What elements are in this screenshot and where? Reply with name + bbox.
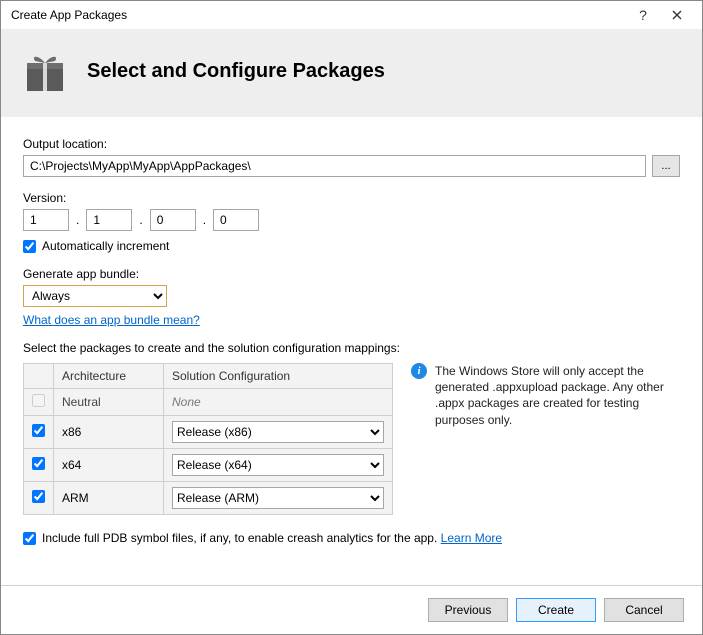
packages-instruction: Select the packages to create and the so… xyxy=(23,341,680,355)
table-row: ARM Release (ARM) xyxy=(24,482,393,515)
config-select-x86[interactable]: Release (x86) xyxy=(172,421,384,443)
dialog-header: Select and Configure Packages xyxy=(1,29,702,117)
include-pdb-label[interactable]: Include full PDB symbol files, if any, t… xyxy=(42,531,502,545)
button-bar: Previous Create Cancel xyxy=(1,585,702,634)
cancel-button[interactable]: Cancel xyxy=(604,598,684,622)
version-build-input[interactable] xyxy=(150,209,196,231)
arch-arm-checkbox[interactable] xyxy=(32,490,45,503)
version-label: Version: xyxy=(23,191,680,205)
window-title: Create App Packages xyxy=(11,8,626,22)
col-config: Solution Configuration xyxy=(164,364,393,389)
info-text: The Windows Store will only accept the g… xyxy=(435,363,671,428)
config-cell: None xyxy=(164,389,393,416)
arch-cell: Neutral xyxy=(54,389,164,416)
previous-button[interactable]: Previous xyxy=(428,598,508,622)
arch-x64-checkbox[interactable] xyxy=(32,457,45,470)
version-revision-input[interactable] xyxy=(213,209,259,231)
close-icon xyxy=(672,10,682,20)
config-select-arm[interactable]: Release (ARM) xyxy=(172,487,384,509)
content-area: Output location: ... Version: . . . Auto… xyxy=(1,117,702,585)
arch-cell: x86 xyxy=(54,416,164,449)
browse-button[interactable]: ... xyxy=(652,155,680,177)
info-icon: i xyxy=(411,363,427,379)
output-location-input[interactable] xyxy=(23,155,646,177)
table-row: Neutral None xyxy=(24,389,393,416)
include-pdb-checkbox[interactable] xyxy=(23,532,36,545)
table-row: x64 Release (x64) xyxy=(24,449,393,482)
bundle-select[interactable]: Always xyxy=(23,285,167,307)
col-checkbox xyxy=(24,364,54,389)
arch-cell: x64 xyxy=(54,449,164,482)
config-select-x64[interactable]: Release (x64) xyxy=(172,454,384,476)
version-major-input[interactable] xyxy=(23,209,69,231)
pdb-learn-more-link[interactable]: Learn More xyxy=(441,531,502,545)
help-button[interactable]: ? xyxy=(626,1,660,29)
bundle-label: Generate app bundle: xyxy=(23,267,680,281)
auto-increment-label[interactable]: Automatically increment xyxy=(42,239,169,253)
auto-increment-checkbox[interactable] xyxy=(23,240,36,253)
close-button[interactable] xyxy=(660,1,694,29)
arch-neutral-checkbox[interactable] xyxy=(32,394,45,407)
arch-x86-checkbox[interactable] xyxy=(32,424,45,437)
output-location-label: Output location: xyxy=(23,137,680,151)
table-row: x86 Release (x86) xyxy=(24,416,393,449)
bundle-help-link[interactable]: What does an app bundle mean? xyxy=(23,313,200,327)
col-architecture: Architecture xyxy=(54,364,164,389)
package-icon xyxy=(21,47,69,95)
packages-table: Architecture Solution Configuration Neut… xyxy=(23,363,393,515)
page-title: Select and Configure Packages xyxy=(87,60,385,83)
titlebar: Create App Packages ? xyxy=(1,1,702,29)
arch-cell: ARM xyxy=(54,482,164,515)
version-minor-input[interactable] xyxy=(86,209,132,231)
create-button[interactable]: Create xyxy=(516,598,596,622)
info-note: i The Windows Store will only accept the… xyxy=(411,363,671,428)
